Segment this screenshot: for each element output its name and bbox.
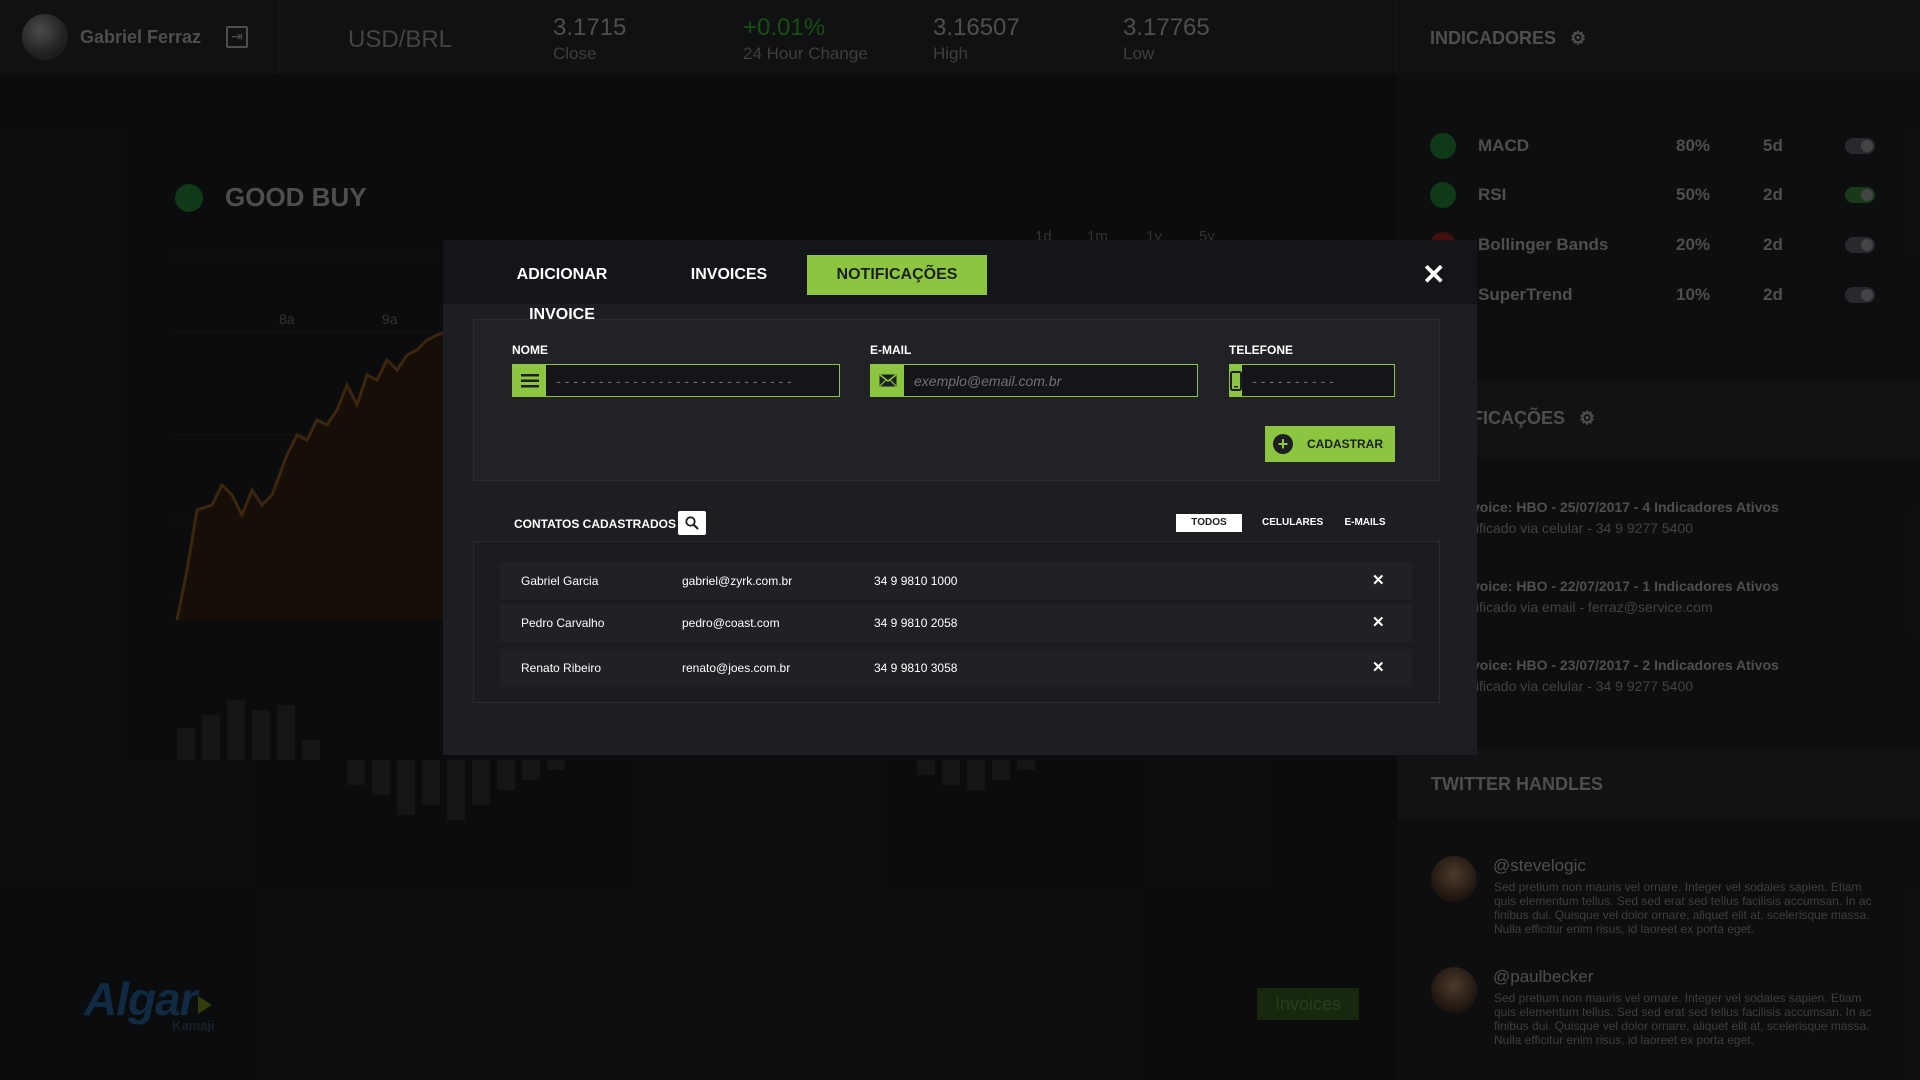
email-input[interactable] <box>904 365 1197 396</box>
email-field <box>870 364 1198 397</box>
contact-name: Pedro Carvalho <box>521 616 605 630</box>
contacts-title: CONTATOS CADASTRADOS <box>514 517 676 531</box>
table-row: Pedro Carvalho pedro@coast.com 34 9 9810… <box>500 604 1412 642</box>
menu-icon <box>513 365 546 396</box>
table-row: Gabriel Garcia gabriel@zyrk.com.br 34 9 … <box>500 562 1412 600</box>
contact-phone: 34 9 9810 1000 <box>874 574 958 588</box>
close-icon[interactable]: ✕ <box>1422 260 1445 290</box>
plus-icon: + <box>1273 434 1293 454</box>
phone-field <box>1229 364 1434 397</box>
name-field <box>512 364 840 397</box>
register-button[interactable]: + CADASTRAR <box>1265 426 1395 462</box>
contact-name: Renato Ribeiro <box>521 661 602 675</box>
phone-label: TELEFONE <box>1229 343 1294 357</box>
mail-icon <box>871 365 904 396</box>
notifications-modal: ADICIONAR INVOICE INVOICES NOTIFICAÇÕES … <box>443 240 1477 755</box>
contact-phone: 34 9 9810 2058 <box>874 616 958 630</box>
filter-phones[interactable]: CELULARES <box>1262 514 1323 532</box>
remove-contact-icon[interactable]: ✕ <box>1372 604 1385 642</box>
filter-emails[interactable]: E-MAILS <box>1342 514 1388 532</box>
tab-invoices[interactable]: INVOICES <box>683 255 775 295</box>
table-row: Renato Ribeiro renato@joes.com.br 34 9 9… <box>500 649 1412 687</box>
tab-add-invoice[interactable]: ADICIONAR INVOICE <box>483 255 641 323</box>
remove-contact-icon[interactable]: ✕ <box>1372 649 1385 687</box>
contact-name: Gabriel Garcia <box>521 574 599 588</box>
tab-notifications[interactable]: NOTIFICAÇÕES <box>807 255 987 295</box>
contact-phone: 34 9 9810 3058 <box>874 661 958 675</box>
email-label: E-MAIL <box>870 343 912 357</box>
contact-email: gabriel@zyrk.com.br <box>682 574 793 588</box>
contact-email: renato@joes.com.br <box>682 661 791 675</box>
name-input[interactable] <box>546 365 839 396</box>
contact-email: pedro@coast.com <box>682 616 780 630</box>
phone-input[interactable] <box>1242 365 1434 396</box>
filter-all[interactable]: TODOS <box>1176 514 1242 532</box>
name-label: NOME <box>512 343 548 357</box>
remove-contact-icon[interactable]: ✕ <box>1372 562 1385 600</box>
search-icon[interactable] <box>678 511 706 535</box>
register-button-label: CADASTRAR <box>1307 437 1383 451</box>
phone-icon <box>1230 365 1242 396</box>
